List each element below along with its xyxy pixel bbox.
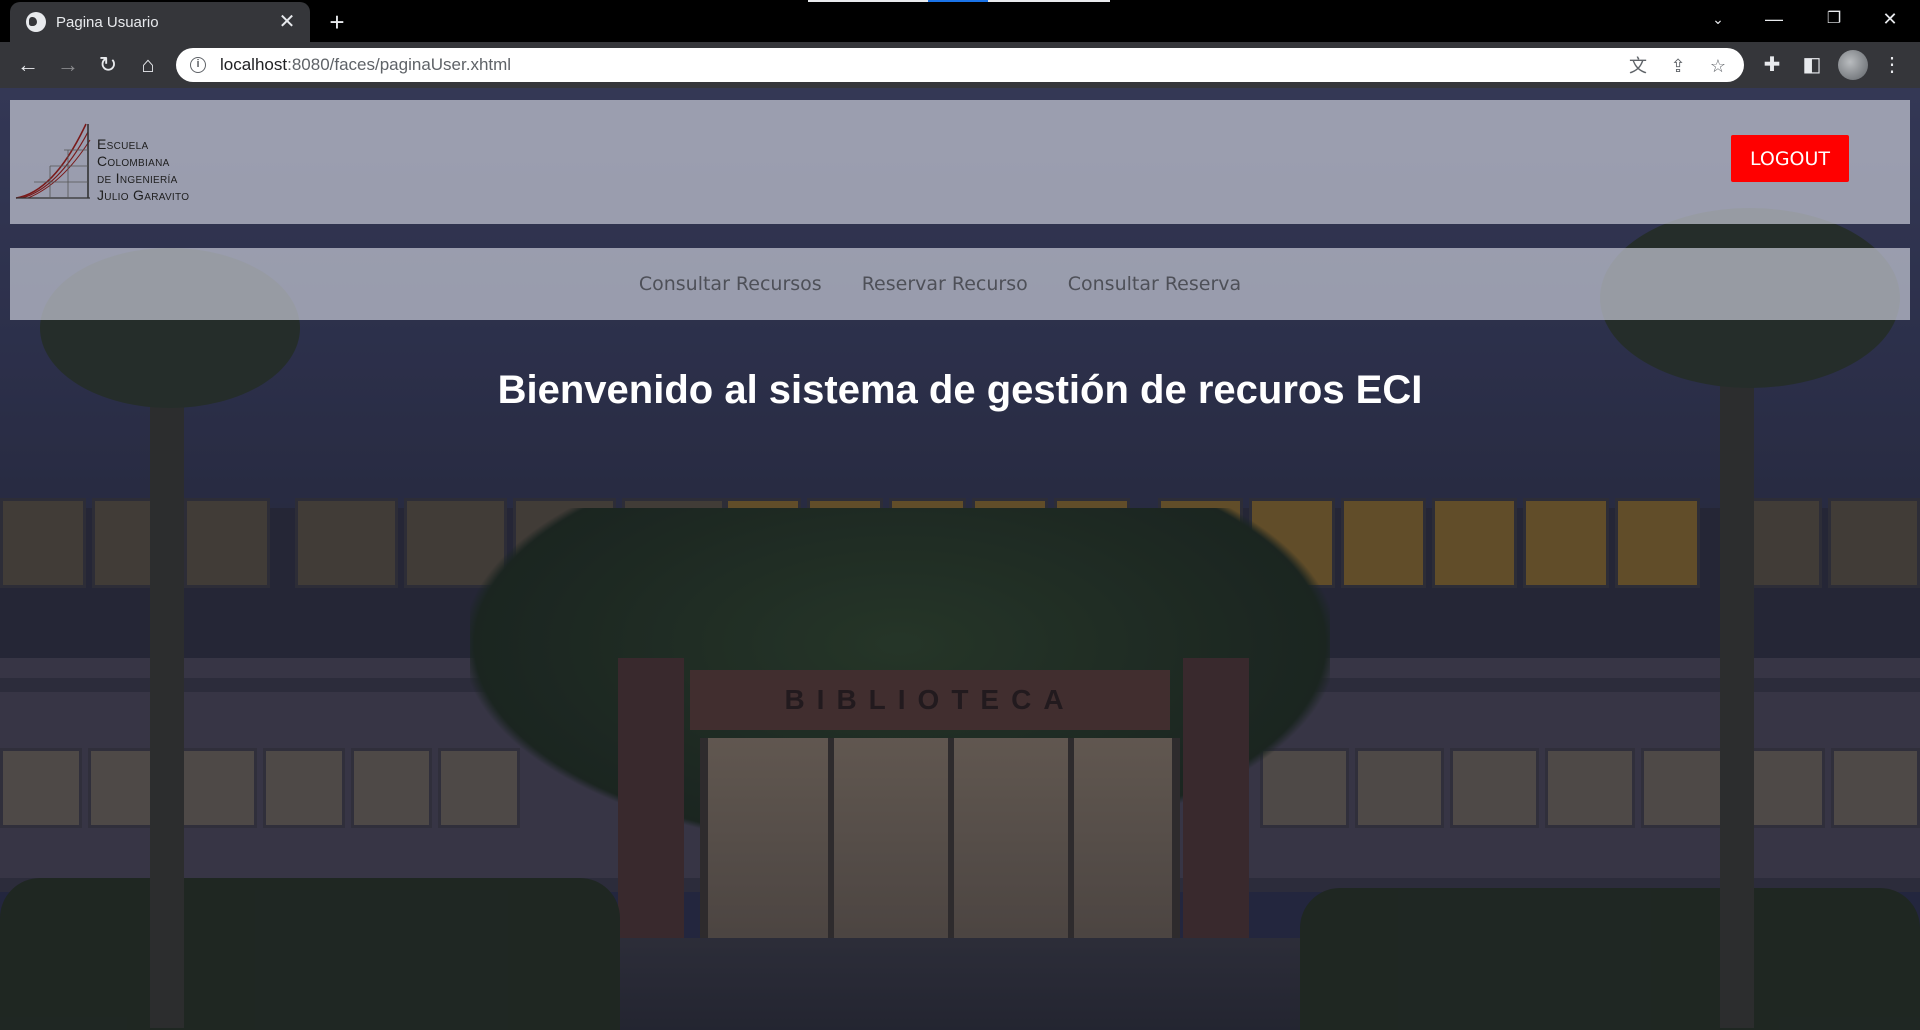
new-tab-button[interactable]: +	[322, 8, 352, 38]
browser-toolbar: ← → ↻ ⌂ i localhost:8080/faces/paginaUse…	[0, 42, 1920, 88]
background-photo: BIBLIOTECA	[0, 88, 1920, 1030]
logo-text: Escuela Colombiana de Ingeniería Julio G…	[97, 136, 189, 204]
minimize-icon[interactable]: —	[1746, 0, 1802, 38]
share-icon[interactable]: ⇪	[1666, 54, 1690, 78]
logo-emblem-icon	[15, 123, 91, 199]
restore-icon[interactable]: ❐	[1806, 0, 1862, 38]
profile-avatar[interactable]	[1838, 50, 1868, 80]
main-nav: Consultar Recursos Reservar Recurso Cons…	[10, 248, 1910, 320]
logo-line: Colombiana	[97, 153, 170, 169]
page-viewport: BIBLIOTECA Escuela Colombiana de Ingenie…	[0, 88, 1920, 1030]
welcome-title: Bienvenido al sistema de gestión de recu…	[0, 368, 1920, 413]
site-header: Escuela Colombiana de Ingeniería Julio G…	[10, 100, 1910, 224]
browser-tab[interactable]: Pagina Usuario ✕	[10, 2, 310, 42]
close-window-icon[interactable]: ✕	[1862, 0, 1918, 38]
welcome-title-text: Bienvenido al sistema de gestión de recu…	[497, 368, 1423, 412]
nav-consultar-recursos[interactable]: Consultar Recursos	[639, 273, 822, 295]
browser-titlebar: Pagina Usuario ✕ + ⌄ — ❐ ✕	[0, 0, 1920, 42]
extensions-icon[interactable]: ✚	[1758, 51, 1786, 79]
translate-icon[interactable]: 文	[1626, 54, 1650, 78]
logout-button[interactable]: LOGOUT	[1731, 135, 1849, 182]
logo-line: Escuela	[97, 136, 149, 152]
side-panel-icon[interactable]: ◧	[1798, 51, 1826, 79]
nav-consultar-reserva[interactable]: Consultar Reserva	[1068, 273, 1241, 295]
close-tab-icon[interactable]: ✕	[276, 11, 298, 33]
home-icon[interactable]: ⌂	[132, 49, 164, 81]
reload-icon[interactable]: ↻	[92, 49, 124, 81]
logo-line: Julio Garavito	[97, 187, 190, 203]
back-icon[interactable]: ←	[12, 49, 44, 81]
forward-icon[interactable]: →	[52, 49, 84, 81]
loading-indicator	[808, 0, 1110, 2]
tab-title: Pagina Usuario	[56, 13, 159, 31]
tab-search-icon[interactable]: ⌄	[1690, 0, 1746, 38]
nav-reservar-recurso[interactable]: Reservar Recurso	[862, 273, 1028, 295]
url-host: localhost	[220, 55, 288, 74]
site-info-icon[interactable]: i	[190, 57, 206, 73]
logo-line: de Ingeniería	[97, 170, 178, 186]
address-bar[interactable]: i localhost:8080/faces/paginaUser.xhtml …	[176, 48, 1744, 82]
menu-kebab-icon[interactable]: ⋮	[1878, 51, 1906, 79]
globe-icon	[26, 12, 46, 32]
university-logo[interactable]: Escuela Colombiana de Ingeniería Julio G…	[14, 122, 224, 203]
url-path: :8080/faces/paginaUser.xhtml	[287, 55, 512, 74]
bookmark-star-icon[interactable]: ☆	[1706, 54, 1730, 78]
